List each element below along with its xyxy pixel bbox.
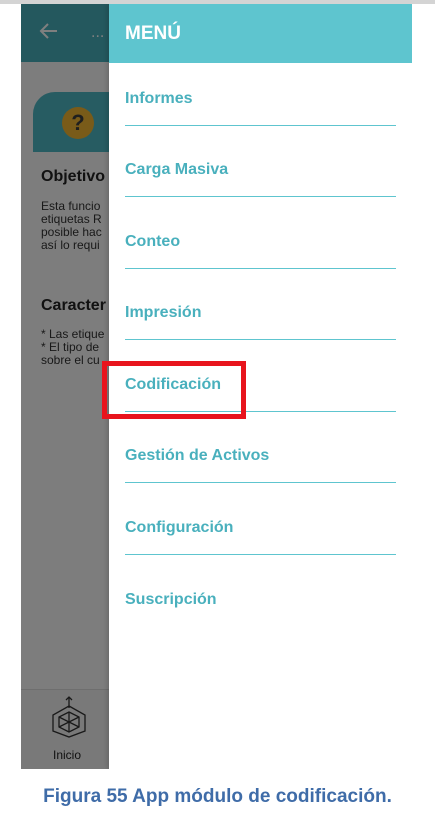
divider	[125, 268, 396, 269]
divider	[125, 196, 396, 197]
menu-item-suscripcion[interactable]: Suscripción	[125, 591, 396, 631]
menu-item-gestion-de-activos[interactable]: Gestión de Activos	[125, 447, 396, 487]
menu-item-impresion[interactable]: Impresión	[125, 304, 396, 344]
menu-item-conteo[interactable]: Conteo	[125, 233, 396, 273]
drawer-header: MENÚ	[109, 4, 412, 63]
menu-item-label: Conteo	[125, 233, 181, 250]
divider	[125, 125, 396, 126]
menu-item-label: Gestión de Activos	[125, 447, 270, 464]
menu-item-label: Carga Masiva	[125, 161, 229, 178]
highlight-box-codificacion	[102, 361, 246, 419]
menu-item-label: Suscripción	[125, 591, 217, 608]
menu-item-informes[interactable]: Informes	[125, 90, 396, 130]
menu-item-label: Informes	[125, 90, 193, 107]
divider	[125, 482, 396, 483]
menu-item-carga-masiva[interactable]: Carga Masiva	[125, 161, 396, 201]
menu-item-label: Configuración	[125, 519, 234, 536]
figure-caption: Figura 55 App módulo de codificación.	[43, 786, 392, 807]
menu-item-configuracion[interactable]: Configuración	[125, 519, 396, 559]
divider	[125, 339, 396, 340]
divider	[125, 554, 396, 555]
menu-item-label: Impresión	[125, 304, 202, 321]
drawer-title: MENÚ	[125, 23, 181, 44]
